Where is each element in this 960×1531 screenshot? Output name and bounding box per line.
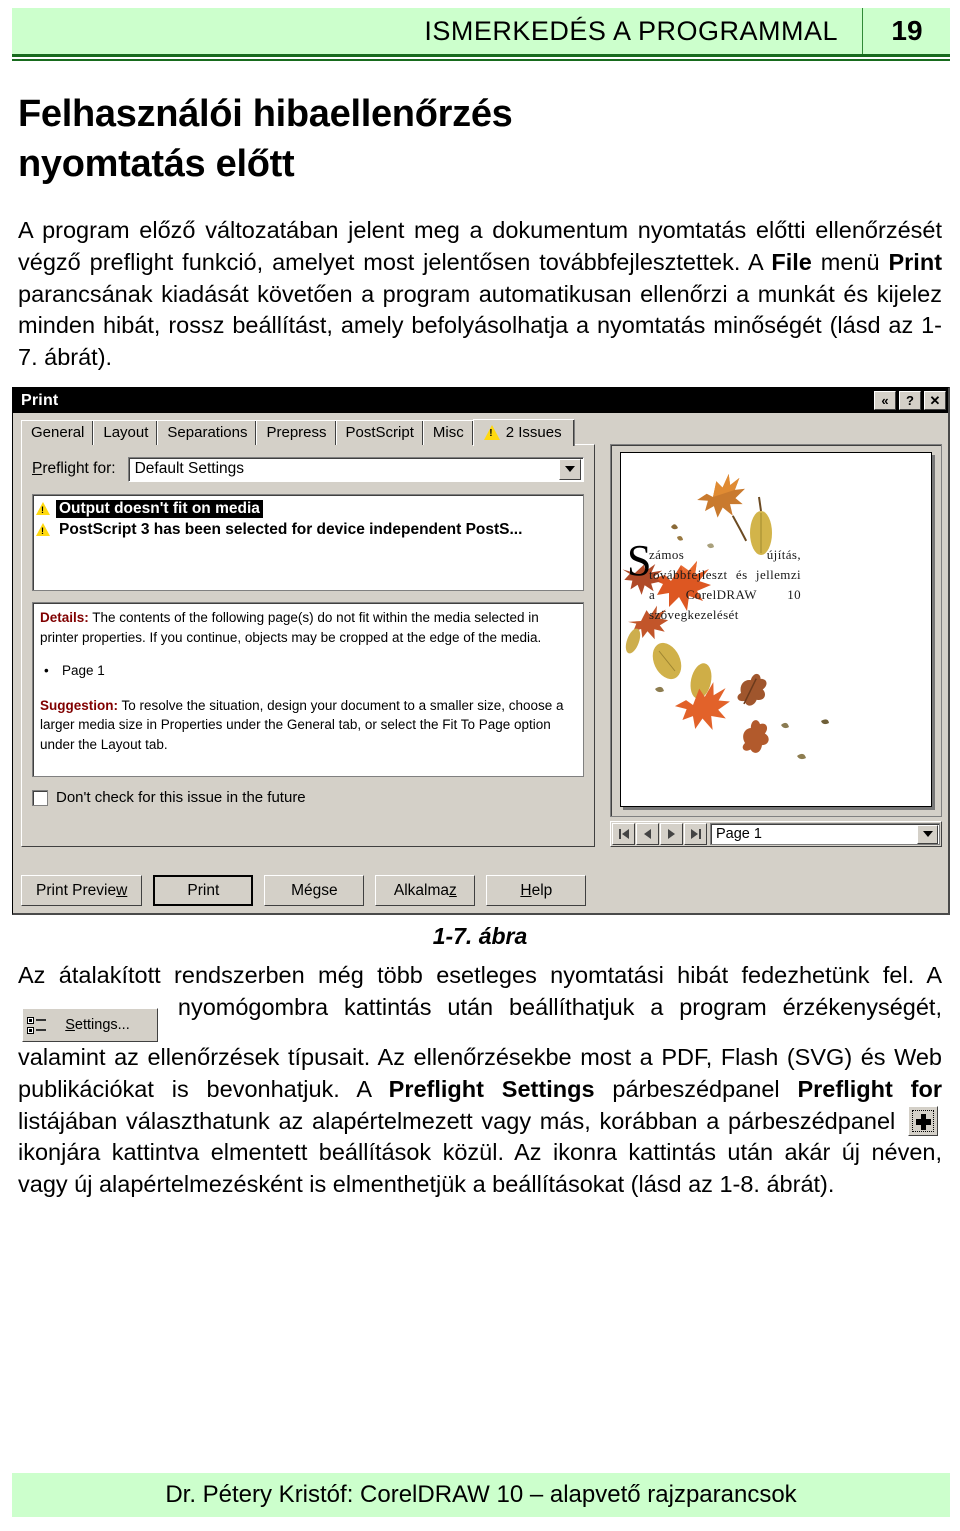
explanation-text-a: Az átalakított rendszerben még több eset… <box>18 962 942 989</box>
page-footer: Dr. Pétery Kristóf: CorelDRAW 10 – alapv… <box>12 1473 950 1517</box>
details-bullet-item: • Page 1 <box>40 661 576 680</box>
preflight-for-label: PPreflight for:reflight for: <box>32 460 116 478</box>
details-text: The contents of the following page(s) do… <box>40 610 542 645</box>
menu-name-file: File <box>771 248 812 275</box>
section-heading-line2: nyomtatás előtt <box>18 143 295 186</box>
tab-layout[interactable]: Layout <box>93 420 159 446</box>
dont-check-checkbox[interactable] <box>32 789 48 806</box>
help-button[interactable]: Help <box>486 875 587 907</box>
tab-label: 2 Issues <box>505 424 562 442</box>
tab-postscript[interactable]: PostScript <box>335 420 424 446</box>
intro-paragraph: A program előző változatában jelent meg … <box>18 215 942 373</box>
dialog-title: Print <box>21 391 59 409</box>
next-page-icon[interactable] <box>660 823 683 846</box>
page-running-head: ISMERKEDÉS A PROGRAMMAL 19 <box>12 8 950 54</box>
tab-label: PostScript <box>345 424 414 442</box>
page-selector-value: Page 1 <box>716 826 762 843</box>
suggestion-text: To resolve the situation, design your do… <box>40 698 564 752</box>
warning-triangle-icon <box>483 425 500 441</box>
chevron-down-icon[interactable] <box>917 824 938 844</box>
tab-prepress[interactable]: Prepress <box>256 420 337 446</box>
command-name-print: Print <box>888 248 943 275</box>
help-icon[interactable]: ? <box>899 391 921 411</box>
tab-label: Prepress <box>266 424 327 442</box>
dialog-button-row: Print Preview Print Mégse Alkalmaz Help <box>21 875 587 907</box>
add-preset-icon[interactable] <box>908 1105 938 1136</box>
header-rules <box>12 54 950 61</box>
preflight-for-combobox[interactable]: Default Settings <box>127 456 584 482</box>
tab-label: Separations <box>167 424 248 442</box>
suggestion-keyword: Suggestion: <box>40 698 118 714</box>
tab-label: Misc <box>432 424 464 442</box>
issue-text: PostScript 3 has been selected for devic… <box>59 520 523 538</box>
issues-list[interactable]: Output doesn't fit on media PostScript 3… <box>32 494 584 592</box>
last-page-icon[interactable] <box>684 823 707 846</box>
page-selector-combobox[interactable]: Page 1 <box>710 823 940 846</box>
first-page-icon[interactable] <box>612 823 635 846</box>
previous-page-icon[interactable] <box>636 823 659 846</box>
rollup-icon[interactable]: « <box>874 391 896 411</box>
explanation-text-d: párbeszédpanel <box>594 1075 798 1102</box>
page-navigation-bar: Page 1 <box>610 821 942 848</box>
dont-check-row[interactable]: Don't check for this issue in the future <box>32 789 584 806</box>
print-dialog: Print « ? ✕ General Layout Separations P… <box>12 387 950 916</box>
tab-general[interactable]: General <box>21 420 95 446</box>
preview-body-text: zámos újítás, továbbfejleszt és jellemzi… <box>649 547 801 622</box>
tab-label: Layout <box>103 424 149 442</box>
details-bullet-text: Page 1 <box>62 662 105 678</box>
tab-separations[interactable]: Separations <box>157 420 258 446</box>
section-heading-line1: Felhasználói hibaellenőrzés <box>18 93 513 135</box>
intro-text-e: parancsának kiadását követően a program … <box>18 280 942 370</box>
warning-triangle-icon <box>36 523 50 537</box>
field-name-preflight-for: Preflight for <box>797 1075 942 1102</box>
dialog-name-preflight-settings: Preflight Settings <box>388 1075 595 1102</box>
tab-label: General <box>31 424 85 442</box>
issue-details-box: Details: The contents of the following p… <box>32 602 584 778</box>
suggestion-paragraph: Suggestion: To resolve the situation, de… <box>40 696 576 754</box>
dialog-titlebar: Print « ? ✕ <box>13 388 948 414</box>
tab-issues[interactable]: 2 Issues <box>472 419 575 447</box>
chevron-down-icon[interactable] <box>559 458 581 480</box>
dont-check-label: Don't check for this issue in the future <box>56 789 306 807</box>
preview-dropcap: S <box>627 536 652 586</box>
page-title: ISMERKEDÉS A PROGRAMMAL <box>424 15 838 46</box>
close-icon[interactable]: ✕ <box>924 391 946 411</box>
apply-button[interactable]: Alkalmaz <box>375 875 476 907</box>
tab-misc[interactable]: Misc <box>422 420 474 446</box>
list-item[interactable]: Output doesn't fit on media <box>36 498 580 519</box>
dialog-tabstrip: General Layout Separations Prepress Post… <box>21 419 940 447</box>
warning-triangle-icon <box>36 502 50 516</box>
preflight-for-value: Default Settings <box>134 460 245 478</box>
print-preview-button[interactable]: Print Preview <box>21 875 143 907</box>
intro-text-c: menü <box>811 248 889 275</box>
issue-text: Output doesn't fit on media <box>56 499 263 518</box>
details-keyword: Details: <box>40 610 89 626</box>
list-item[interactable]: PostScript 3 has been selected for devic… <box>36 519 580 540</box>
cancel-button[interactable]: Mégse <box>264 875 365 907</box>
explanation-text-f: listájában választhatunk az alapértelmez… <box>18 1107 904 1134</box>
settings-list-icon <box>27 1016 46 1034</box>
figure-print-dialog: Print « ? ✕ General Layout Separations P… <box>12 387 952 916</box>
preview-page-canvas[interactable]: S zámos újítás, továbbfejleszt és jellem… <box>620 452 932 808</box>
explanation-paragraph: Az átalakított rendszerben még több eset… <box>18 960 942 1200</box>
details-paragraph: Details: The contents of the following p… <box>40 608 576 647</box>
footer-text: Dr. Pétery Kristóf: CorelDRAW 10 – alapv… <box>165 1481 797 1508</box>
explanation-text-g: ikonjára kattintva elmentett beállítások… <box>18 1139 942 1197</box>
preview-frame: S zámos újítás, továbbfejleszt és jellem… <box>610 444 942 818</box>
print-preview-pane: S zámos újítás, továbbfejleszt és jellem… <box>610 444 942 848</box>
issues-panel: PPreflight for:reflight for: Default Set… <box>21 444 595 848</box>
section-heading: Felhasználói hibaellenőrzés nyomtatás el… <box>18 89 942 189</box>
print-button[interactable]: Print <box>153 875 254 907</box>
bullet-icon: • <box>44 662 49 678</box>
inline-settings-label: Settings... <box>65 1016 130 1033</box>
inline-settings-button[interactable]: Settings... <box>22 1008 158 1043</box>
figure-caption: 1-7. ábra <box>432 923 528 950</box>
page-number: 19 <box>891 15 923 46</box>
autumn-leaves-artwork <box>622 474 829 760</box>
preflight-row: PPreflight for:reflight for: Default Set… <box>32 455 584 483</box>
